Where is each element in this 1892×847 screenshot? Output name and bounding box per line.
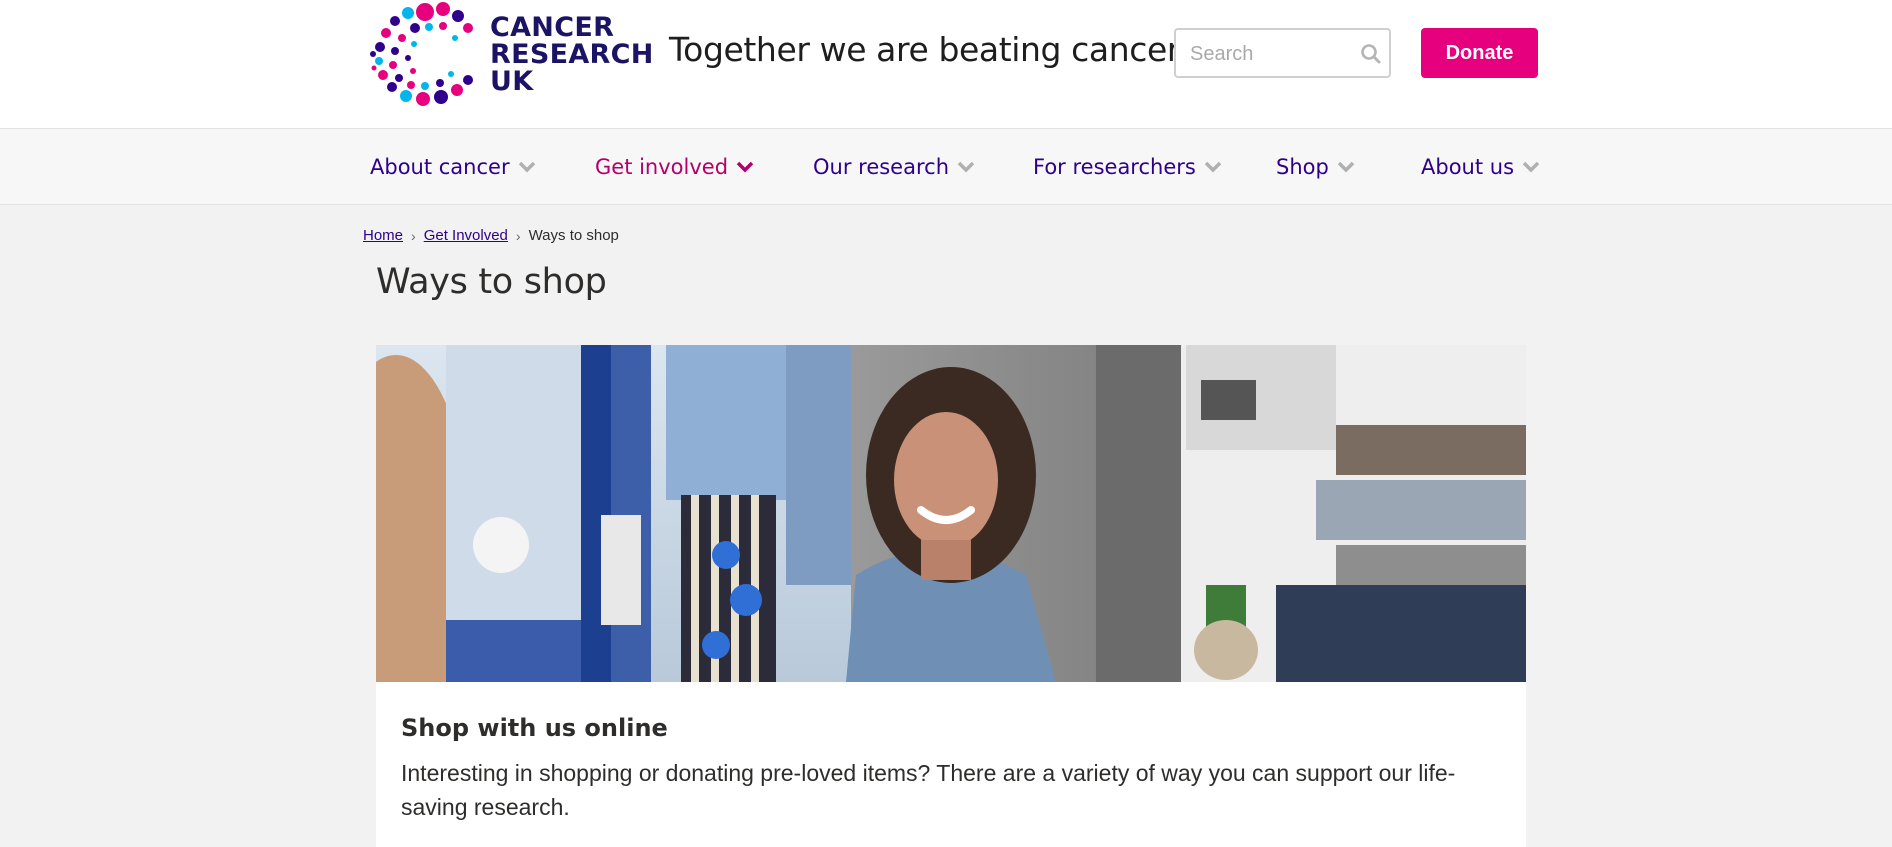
nav-item-label: For researchers <box>1033 155 1196 179</box>
logo-line: UK <box>490 66 534 97</box>
shop-assistant-photo <box>376 345 1526 682</box>
nav-item-label: About us <box>1421 155 1515 179</box>
card-description: Interesting in shopping or donating pre-… <box>401 760 1456 820</box>
nav-item-about-cancer[interactable]: About cancer <box>370 153 536 181</box>
site-tagline: Together we are beating cancer <box>669 30 1181 69</box>
nav-item-shop[interactable]: Shop <box>1276 153 1355 181</box>
logo-line: CANCER <box>490 12 615 43</box>
logo-line: RESEARCH <box>490 39 654 70</box>
nav-item-label: Shop <box>1276 155 1329 179</box>
site-header: CANCER RESEARCH UK Together we are beati… <box>0 0 1892 129</box>
nav-item-about-us[interactable]: About us <box>1421 153 1540 181</box>
nav-item-get-involved[interactable]: Get involved <box>595 153 754 181</box>
nav-item-label: Our research <box>813 155 949 179</box>
chevron-down-icon <box>518 161 535 173</box>
breadcrumb-separator: › <box>515 227 521 244</box>
nav-item-for-researchers[interactable]: For researchers <box>1033 153 1222 181</box>
page-title: Ways to shop <box>376 262 607 302</box>
card-title: Shop with us online <box>401 714 668 742</box>
breadcrumb-get-involved-link[interactable]: Get Involved <box>424 227 508 244</box>
search-input[interactable] <box>1190 41 1350 67</box>
logo-dots-icon <box>370 2 473 106</box>
chevron-down-icon <box>1522 161 1540 173</box>
hero-image <box>376 345 1526 682</box>
cancer-research-uk-logo[interactable]: CANCER RESEARCH UK <box>367 0 653 110</box>
search-icon[interactable] <box>1359 42 1383 66</box>
main-navigation: About cancer Get involved Our research F… <box>0 129 1892 205</box>
chevron-down-icon <box>957 161 975 173</box>
donate-button[interactable]: Donate <box>1421 28 1538 78</box>
chevron-down-icon <box>1337 161 1355 173</box>
breadcrumb-home-link[interactable]: Home <box>363 227 403 244</box>
breadcrumb-current: Ways to shop <box>528 227 619 244</box>
nav-item-label: Get involved <box>595 155 729 179</box>
chevron-down-icon <box>1204 161 1222 173</box>
search-box <box>1174 28 1391 78</box>
breadcrumb-separator: › <box>411 227 416 244</box>
chevron-down-icon <box>736 161 754 173</box>
nav-item-label: About cancer <box>370 155 510 179</box>
breadcrumb: Home › Get Involved › Ways to shop <box>363 227 619 244</box>
logo-wordmark: CANCER RESEARCH UK <box>490 14 654 95</box>
shop-online-card[interactable]: Shop with us online Interesting in shopp… <box>376 682 1526 847</box>
nav-item-our-research[interactable]: Our research <box>813 153 975 181</box>
